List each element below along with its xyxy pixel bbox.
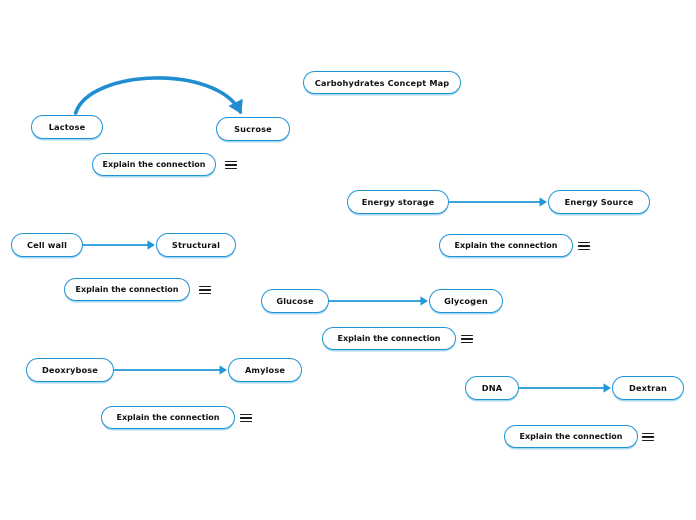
explain-button-lactose-sucrose[interactable]: Explain the connection — [92, 153, 216, 176]
node-cell-wall-structural-target[interactable]: Structural — [156, 233, 236, 257]
explain-button-cell-wall-structural-label: Explain the connection — [75, 285, 179, 294]
node-cell-wall-structural-source-label: Cell wall — [26, 240, 68, 250]
menu-icon-dna-dextran[interactable] — [642, 431, 654, 443]
node-deoxrybose-amylose-target-label: Amylose — [244, 365, 286, 375]
node-lactose-sucrose-target[interactable]: Sucrose — [216, 117, 290, 141]
node-lactose-sucrose-source[interactable]: Lactose — [31, 115, 103, 139]
node-cell-wall-structural-target-label: Structural — [171, 240, 221, 250]
node-energy-storage-energy-source-source-label: Energy storage — [361, 197, 435, 207]
menu-icon-lactose-sucrose[interactable] — [225, 159, 237, 171]
explain-button-deoxrybose-amylose-label: Explain the connection — [116, 413, 220, 422]
node-dna-dextran-target-label: Dextran — [629, 383, 667, 393]
title-node[interactable]: Carbohydrates Concept Map — [303, 71, 461, 94]
node-energy-storage-energy-source-target[interactable]: Energy Source — [548, 190, 650, 214]
node-deoxrybose-amylose-source[interactable]: Deoxrybose — [26, 358, 114, 382]
menu-icon-deoxrybose-amylose[interactable] — [240, 412, 252, 424]
menu-icon-cell-wall-structural[interactable] — [199, 284, 211, 296]
title-node-label: Carbohydrates Concept Map — [314, 77, 450, 88]
concept-map-canvas: Carbohydrates Concept Map Lactose Sucrose… — [0, 0, 696, 520]
node-deoxrybose-amylose-target[interactable]: Amylose — [228, 358, 302, 382]
node-glucose-glycogen-source-label: Glucose — [276, 296, 314, 306]
node-energy-storage-energy-source-source[interactable]: Energy storage — [347, 190, 449, 214]
node-dna-dextran-target[interactable]: Dextran — [612, 376, 684, 400]
node-glucose-glycogen-target-label: Glycogen — [444, 296, 488, 306]
explain-button-energy-storage-energy-source-label: Explain the connection — [454, 241, 558, 250]
node-deoxrybose-amylose-source-label: Deoxrybose — [41, 365, 99, 375]
node-dna-dextran-source[interactable]: DNA — [465, 376, 519, 400]
explain-button-glucose-glycogen-label: Explain the connection — [337, 334, 441, 343]
node-glucose-glycogen-source[interactable]: Glucose — [261, 289, 329, 313]
explain-button-glucose-glycogen[interactable]: Explain the connection — [322, 327, 456, 350]
menu-icon-glucose-glycogen[interactable] — [461, 333, 473, 345]
explain-button-deoxrybose-amylose[interactable]: Explain the connection — [101, 406, 235, 429]
explain-button-dna-dextran-label: Explain the connection — [519, 432, 623, 441]
explain-button-lactose-sucrose-label: Explain the connection — [102, 160, 206, 169]
node-glucose-glycogen-target[interactable]: Glycogen — [429, 289, 503, 313]
explain-button-dna-dextran[interactable]: Explain the connection — [504, 425, 638, 448]
node-dna-dextran-source-label: DNA — [481, 383, 503, 393]
menu-icon-energy-storage-energy-source[interactable] — [578, 240, 590, 252]
node-cell-wall-structural-source[interactable]: Cell wall — [11, 233, 83, 257]
explain-button-cell-wall-structural[interactable]: Explain the connection — [64, 278, 190, 301]
explain-button-energy-storage-energy-source[interactable]: Explain the connection — [439, 234, 573, 257]
node-lactose-sucrose-source-label: Lactose — [48, 122, 86, 132]
node-lactose-sucrose-target-label: Sucrose — [234, 124, 272, 134]
node-energy-storage-energy-source-target-label: Energy Source — [564, 197, 634, 207]
